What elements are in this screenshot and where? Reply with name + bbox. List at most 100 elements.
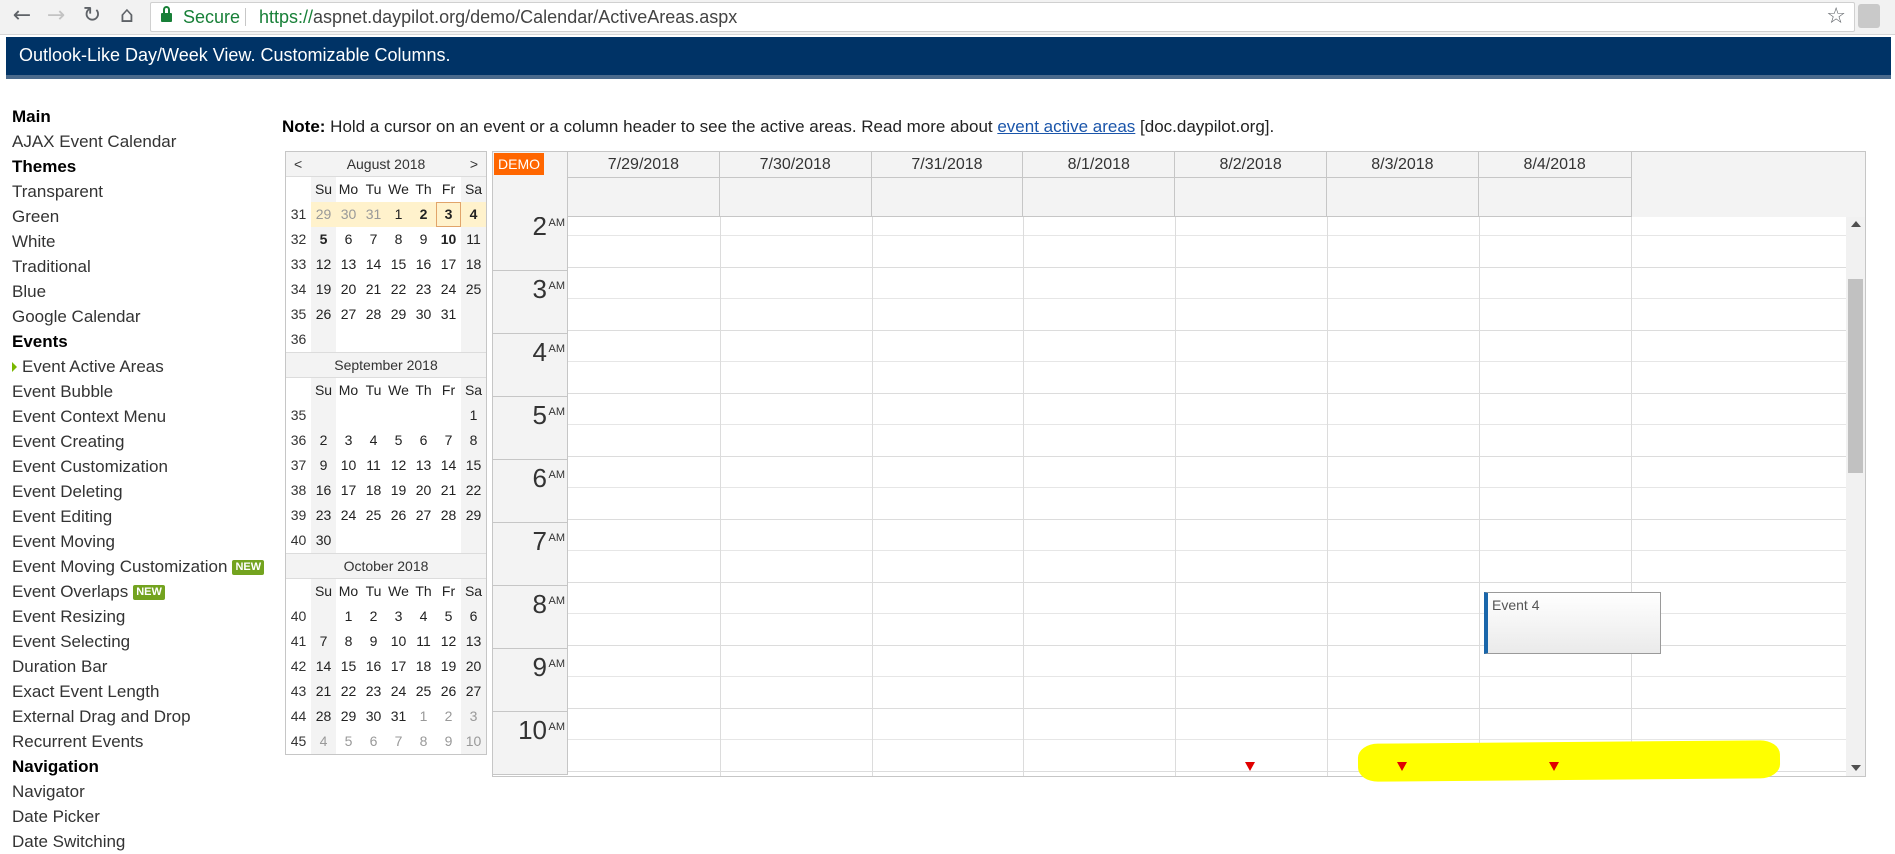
nav-item-event-bubble[interactable]: Event Bubble (12, 379, 282, 404)
nav-item-event-creating[interactable]: Event Creating (12, 429, 282, 454)
column-header-area[interactable] (568, 178, 720, 217)
navigator-day[interactable]: 4 (461, 202, 486, 227)
nav-item-event-overlaps[interactable]: Event Overlaps NEW (12, 579, 282, 604)
navigator-day[interactable]: 29 (311, 202, 336, 227)
nav-item-traditional[interactable]: Traditional (12, 254, 282, 279)
calendar-grid[interactable]: 2 AM 3 AM 4 AM 5 AM 6 AM 7 AM 8 AM 9 AM 10 AM Event 4 (493, 217, 1865, 776)
navigator-day[interactable]: 3 (461, 704, 486, 729)
nav-item-event-resizing[interactable]: Event Resizing (12, 604, 282, 629)
navigator-day[interactable]: 11 (361, 453, 386, 478)
nav-item-event-selecting[interactable]: Event Selecting (12, 629, 282, 654)
bookmark-star-icon[interactable]: ☆ (1826, 3, 1846, 31)
active-area-dropdown-icon[interactable] (1396, 762, 1407, 771)
navigator-day[interactable]: 16 (361, 654, 386, 679)
navigator-day[interactable]: 25 (361, 503, 386, 528)
navigator-day[interactable]: 4 (411, 604, 436, 629)
forward-icon[interactable]: → (42, 2, 70, 30)
navigator-day[interactable]: 17 (386, 654, 411, 679)
navigator-day[interactable]: 3 (436, 202, 461, 227)
navigator-day[interactable]: 11 (411, 629, 436, 654)
navigator-day[interactable]: 20 (461, 654, 486, 679)
back-icon[interactable]: ← (8, 2, 36, 30)
navigator-day[interactable]: 17 (336, 478, 361, 503)
navigator-day[interactable]: 16 (311, 478, 336, 503)
navigator-day[interactable]: 20 (336, 277, 361, 302)
navigator-day[interactable]: 5 (386, 428, 411, 453)
navigator-day[interactable]: 6 (336, 227, 361, 252)
navigator-day[interactable]: 27 (461, 679, 486, 704)
navigator-day[interactable]: 9 (361, 629, 386, 654)
navigator-day[interactable]: 24 (386, 679, 411, 704)
navigator-day[interactable]: 31 (386, 704, 411, 729)
reload-icon[interactable]: ↻ (78, 2, 106, 30)
navigator-day[interactable]: 10 (461, 729, 486, 754)
navigator-day[interactable]: 12 (311, 252, 336, 277)
navigator-day[interactable]: 5 (336, 729, 361, 754)
navigator-day[interactable]: 1 (411, 704, 436, 729)
navigator-day[interactable]: 15 (461, 453, 486, 478)
column-header[interactable]: 8/2/2018 (1175, 152, 1327, 178)
nav-item-event-moving[interactable]: Event Moving (12, 529, 282, 554)
nav-item-external-drag-and-drop[interactable]: External Drag and Drop (12, 704, 282, 729)
nav-item-blue[interactable]: Blue (12, 279, 282, 304)
navigator-day[interactable]: 30 (336, 202, 361, 227)
navigator-prev-button[interactable]: < (294, 152, 302, 177)
navigator-day[interactable]: 24 (436, 277, 461, 302)
navigator-day[interactable]: 21 (361, 277, 386, 302)
column-header-area[interactable] (871, 178, 1024, 217)
navigator-day[interactable]: 22 (461, 478, 486, 503)
navigator-day[interactable]: 25 (411, 679, 436, 704)
navigator-day[interactable]: 26 (386, 503, 411, 528)
scroll-down-icon[interactable] (1851, 765, 1861, 771)
navigator-day[interactable]: 2 (411, 202, 436, 227)
navigator-day[interactable]: 7 (436, 428, 461, 453)
nav-item-white[interactable]: White (12, 229, 282, 254)
navigator-day[interactable]: 22 (336, 679, 361, 704)
navigator-day[interactable]: 16 (411, 252, 436, 277)
navigator-day[interactable]: 30 (361, 704, 386, 729)
navigator-day[interactable]: 9 (436, 729, 461, 754)
active-area-dropdown-icon[interactable] (1548, 762, 1559, 771)
navigator-day[interactable]: 2 (436, 704, 461, 729)
navigator-day[interactable]: 19 (386, 478, 411, 503)
home-icon[interactable]: ⌂ (113, 2, 141, 30)
column-header-area[interactable] (719, 178, 872, 217)
column-header[interactable]: 8/3/2018 (1327, 152, 1479, 178)
extension-icon[interactable] (1858, 4, 1880, 28)
navigator-day[interactable]: 21 (311, 679, 336, 704)
navigator-day[interactable]: 15 (336, 654, 361, 679)
nav-item-event-deleting[interactable]: Event Deleting (12, 479, 282, 504)
navigator-day[interactable]: 4 (311, 729, 336, 754)
column-header-area[interactable] (1175, 178, 1327, 217)
address-bar[interactable]: Secure https://aspnet.daypilot.org/demo/… (150, 2, 1855, 32)
navigator-day[interactable]: 13 (336, 252, 361, 277)
navigator-day[interactable]: 13 (411, 453, 436, 478)
nav-item-ajax-event-calendar[interactable]: AJAX Event Calendar (12, 129, 282, 154)
navigator-day[interactable]: 6 (461, 604, 486, 629)
column-header[interactable]: 8/1/2018 (1023, 152, 1176, 178)
nav-item-event-active-areas[interactable]: Event Active Areas (12, 354, 282, 379)
navigator-next-button[interactable]: > (470, 152, 478, 177)
navigator-day[interactable]: 10 (336, 453, 361, 478)
scroll-up-icon[interactable] (1851, 221, 1861, 227)
navigator-day[interactable]: 1 (386, 202, 411, 227)
navigator-day[interactable]: 7 (386, 729, 411, 754)
navigator-day[interactable]: 2 (361, 604, 386, 629)
column-header[interactable]: 8/4/2018 (1478, 152, 1632, 178)
navigator-day[interactable]: 27 (411, 503, 436, 528)
vertical-scrollbar[interactable] (1846, 217, 1865, 776)
navigator-day[interactable]: 20 (411, 478, 436, 503)
navigator-day[interactable]: 10 (386, 629, 411, 654)
nav-item-event-context-menu[interactable]: Event Context Menu (12, 404, 282, 429)
navigator-day[interactable]: 26 (311, 302, 336, 327)
navigator-day[interactable]: 1 (461, 403, 486, 428)
navigator-day[interactable]: 5 (436, 604, 461, 629)
navigator-day[interactable]: 27 (336, 302, 361, 327)
navigator-day[interactable]: 26 (436, 679, 461, 704)
navigator-day[interactable]: 18 (411, 654, 436, 679)
navigator-day[interactable]: 5 (311, 227, 336, 252)
navigator-day[interactable]: 3 (386, 604, 411, 629)
column-header-area[interactable] (1478, 178, 1632, 217)
column-header[interactable]: 7/30/2018 (719, 152, 872, 178)
navigator-day[interactable]: 19 (311, 277, 336, 302)
